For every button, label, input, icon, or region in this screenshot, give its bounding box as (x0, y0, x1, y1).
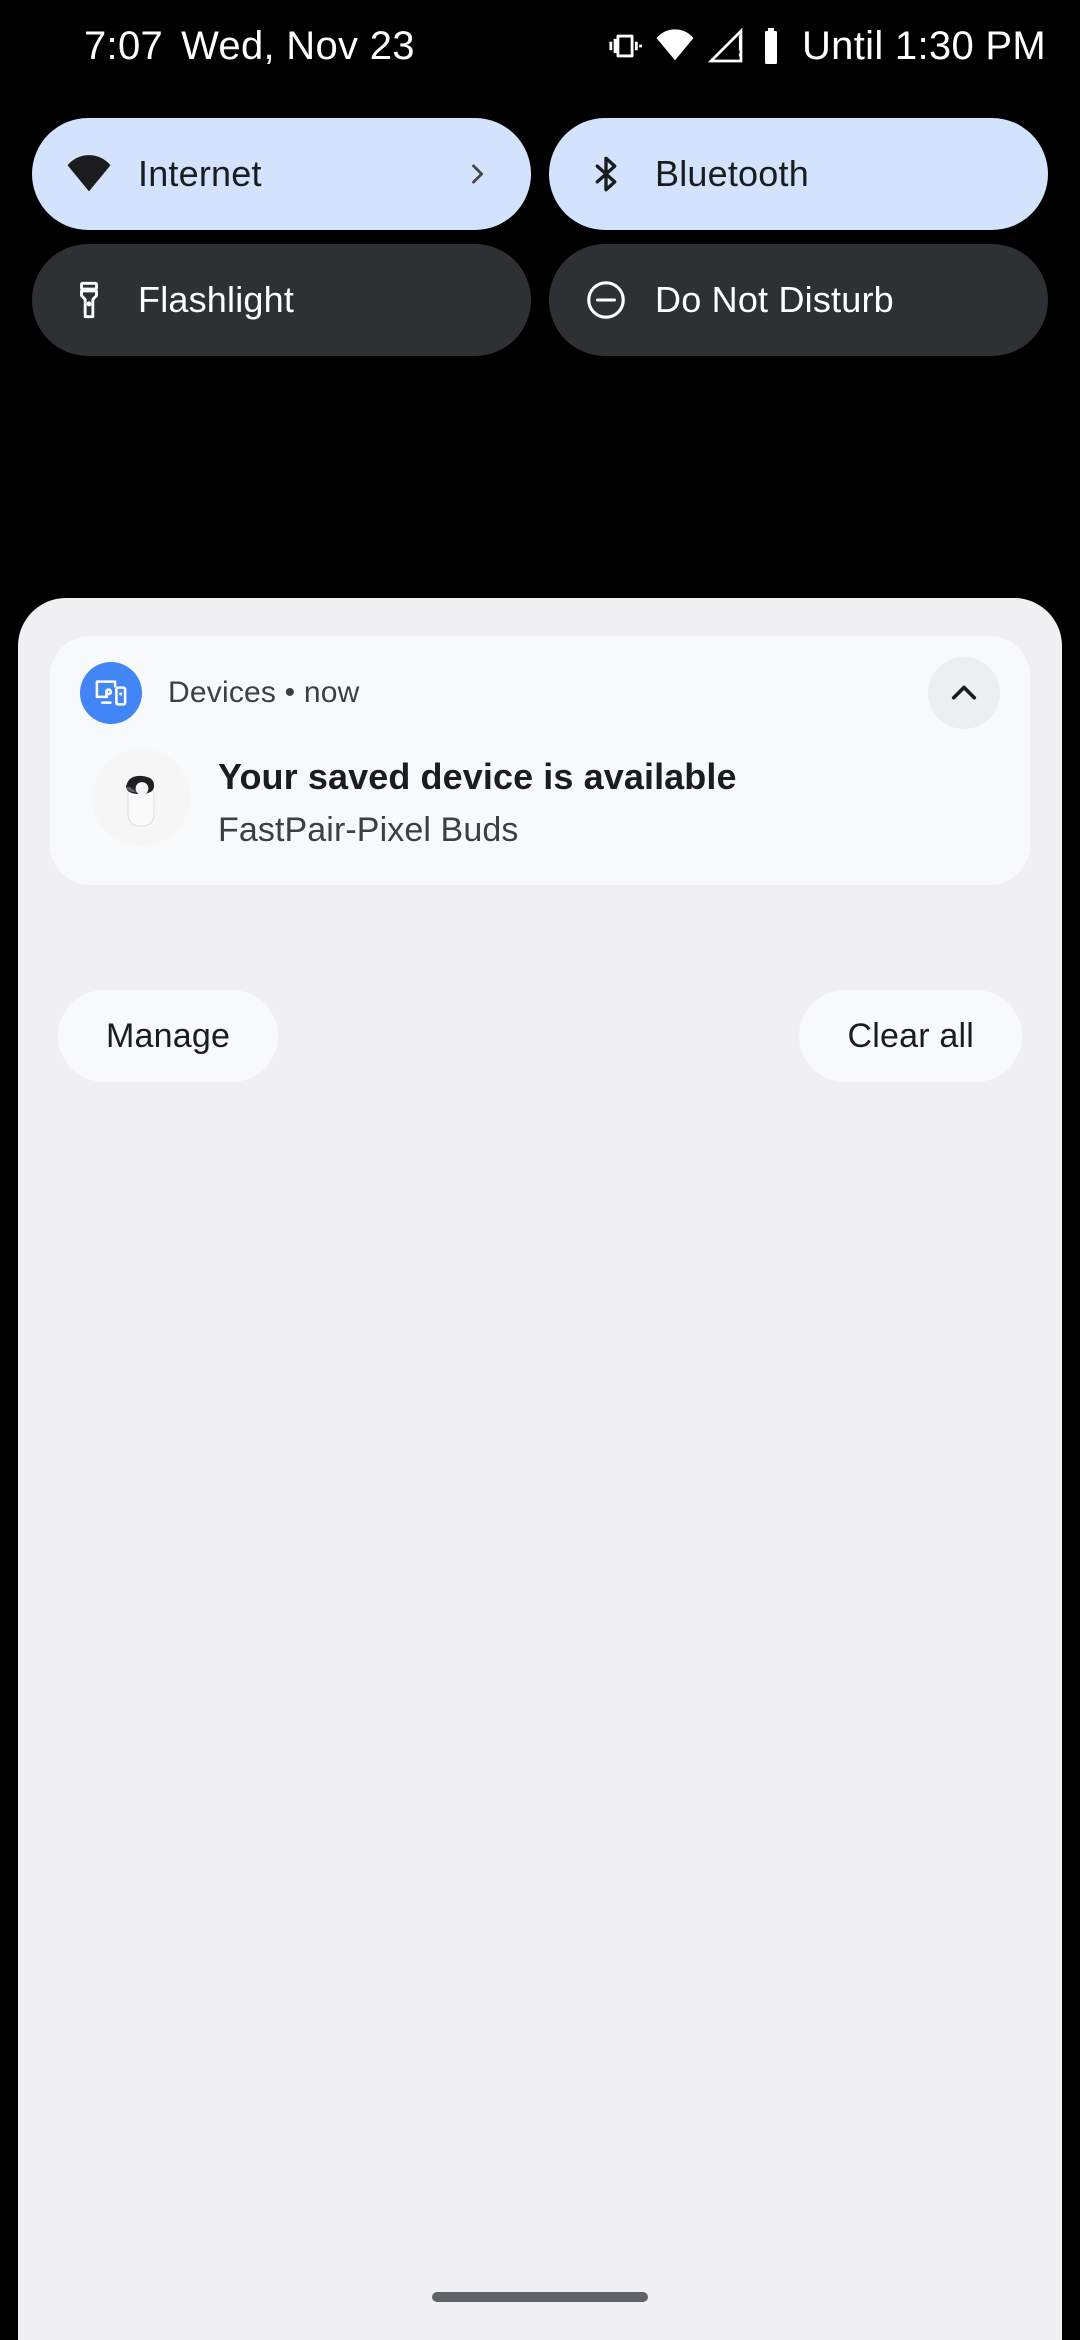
notification-body: Your saved device is available FastPair-… (80, 748, 1000, 851)
notification-card-fastpair[interactable]: Devices • now Your saved device is avail… (50, 636, 1030, 885)
status-bar-right: Until 1:30 PM (608, 24, 1046, 69)
dnd-until-label: Until 1:30 PM (802, 23, 1046, 68)
notification-text-block: Your saved device is available FastPair-… (218, 748, 737, 851)
bluetooth-icon (583, 151, 629, 197)
no-sim-signal-icon (708, 28, 744, 64)
notification-title: Your saved device is available (218, 756, 737, 797)
vibrate-icon (608, 29, 642, 63)
flashlight-icon (66, 277, 112, 323)
wifi-icon (66, 151, 112, 197)
qs-tile-flashlight[interactable]: Flashlight (32, 244, 531, 356)
manage-button[interactable]: Manage (58, 990, 279, 1082)
chevron-right-icon[interactable] (463, 160, 491, 188)
shade-footer-actions: Manage Clear all (58, 990, 1022, 1082)
qs-tile-do-not-disturb[interactable]: Do Not Disturb (549, 244, 1048, 356)
qs-tile-bluetooth[interactable]: Bluetooth (549, 118, 1048, 230)
qs-tile-label: Internet (138, 153, 262, 194)
do-not-disturb-icon (583, 277, 629, 323)
quick-settings-screen: 7:07 Wed, Nov 23 Until 1:30 PM Internet … (0, 0, 1080, 2340)
notification-subtitle: FastPair-Pixel Buds (218, 811, 519, 850)
pixel-buds-case-image (92, 748, 190, 846)
qs-tile-internet[interactable]: Internet (32, 118, 531, 230)
quick-settings-tiles: Internet Bluetooth Flashlight Do Not Dis… (0, 118, 1080, 356)
qs-tile-label: Flashlight (138, 279, 295, 320)
wifi-icon (656, 27, 694, 65)
clear-all-button[interactable]: Clear all (799, 990, 1022, 1082)
battery-icon (758, 28, 784, 64)
qs-tile-label: Bluetooth (655, 153, 809, 194)
status-clock: 7:07 (84, 23, 164, 68)
collapse-notification-button[interactable] (928, 657, 1000, 729)
notification-shade-panel: Devices • now Your saved device is avail… (18, 598, 1062, 2340)
status-date: Wed, Nov 23 (181, 23, 415, 68)
notification-header: Devices • now (80, 657, 1000, 729)
status-bar-left: 7:07 Wed, Nov 23 (84, 24, 415, 69)
status-bar: 7:07 Wed, Nov 23 Until 1:30 PM (0, 0, 1080, 92)
notification-app-and-time: Devices • now (168, 676, 360, 709)
qs-tile-label: Do Not Disturb (655, 279, 894, 320)
devices-cast-icon (80, 662, 142, 724)
home-gesture-bar[interactable] (432, 2292, 648, 2302)
